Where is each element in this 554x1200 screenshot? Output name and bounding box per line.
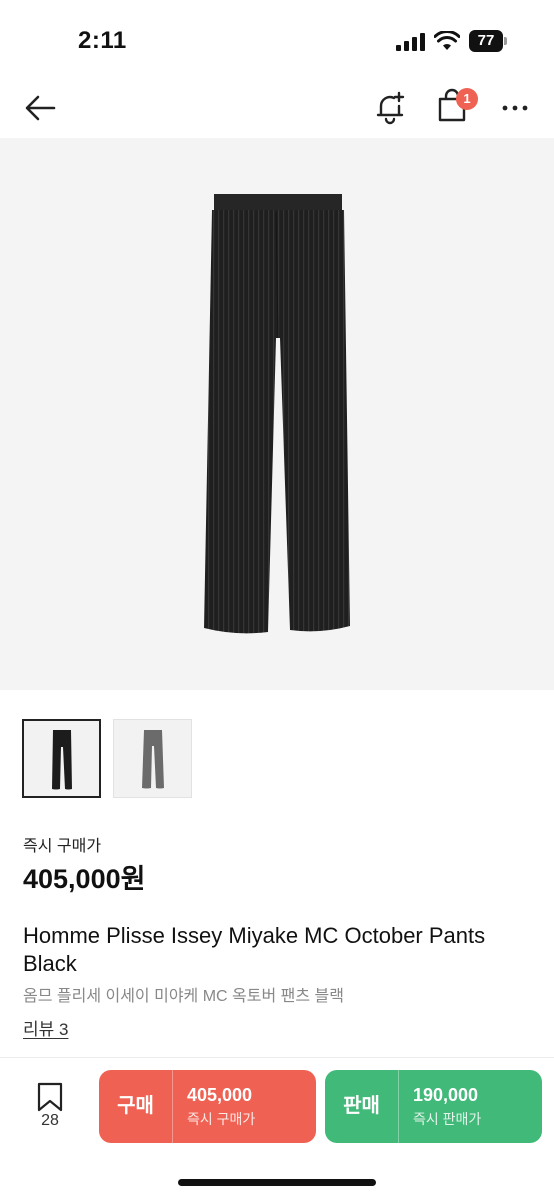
sell-price-caption: 즉시 판매가 — [413, 1111, 482, 1127]
thumbnail-black-image — [52, 730, 72, 790]
price-value: 405,000원 — [23, 864, 146, 894]
thumbnail-gray-image — [142, 730, 164, 789]
status-time: 2:11 — [78, 27, 127, 54]
wifi-icon — [434, 31, 460, 50]
buy-button-label: 구매 — [117, 1095, 154, 1117]
battery-icon: 77 — [469, 30, 507, 52]
sell-button[interactable]: 판매 190,000 즉시 판매가 — [325, 1070, 542, 1143]
buy-price: 405,000 — [187, 1085, 253, 1105]
cellular-signal-icon — [396, 33, 426, 51]
bookmark-count: 28 — [41, 1112, 59, 1129]
sell-price: 190,000 — [413, 1085, 479, 1105]
product-title: Homme Plisse Issey Miyake MC October Pan… — [23, 923, 486, 976]
buy-button[interactable]: 구매 405,000 즉시 구매가 — [99, 1070, 316, 1143]
reviews-link[interactable]: 리뷰 3 — [23, 1015, 68, 1040]
status-bar: 2:11 77 — [0, 0, 554, 80]
price-label: 즉시 구매가 — [23, 838, 102, 855]
thumbnail-gray[interactable] — [113, 719, 192, 798]
cart-count-badge: 1 — [456, 88, 478, 110]
thumbnail-black[interactable] — [22, 719, 101, 798]
home-indicator[interactable] — [178, 1179, 376, 1186]
battery-level: 77 — [469, 30, 503, 52]
pants-image — [204, 194, 350, 634]
more-horizontal-icon[interactable] — [496, 88, 536, 128]
bell-plus-icon[interactable] — [370, 86, 410, 126]
product-subtitle: 옴므 플리세 이세이 미야케 MC 옥토버 팬츠 블랙 — [23, 988, 344, 1005]
top-nav: 1 — [0, 80, 554, 136]
sell-button-label: 판매 — [343, 1095, 380, 1117]
arrow-left-icon[interactable] — [20, 88, 60, 128]
product-image[interactable] — [0, 138, 554, 690]
divider — [0, 1057, 554, 1058]
buy-price-caption: 즉시 구매가 — [187, 1111, 256, 1127]
